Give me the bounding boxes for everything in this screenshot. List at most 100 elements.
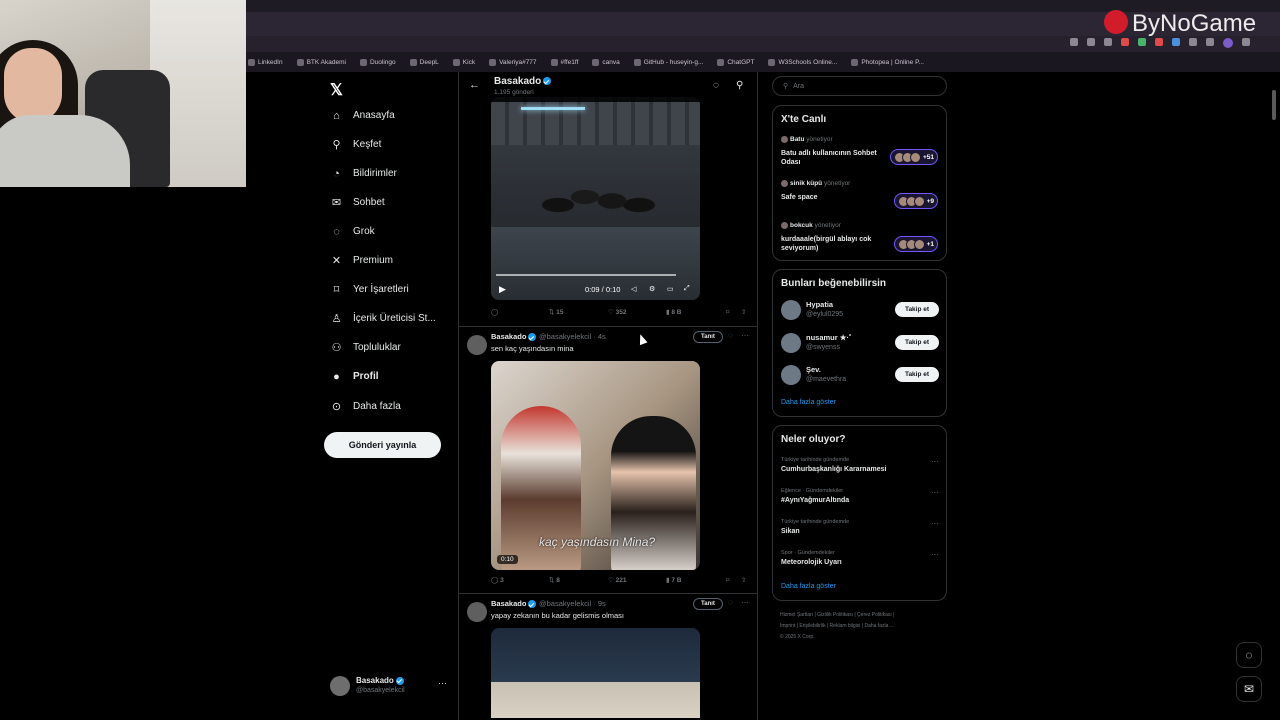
repost-icon[interactable]: ⇅ 15 xyxy=(549,308,564,316)
post-button[interactable]: Gönderi yayınla xyxy=(324,432,441,458)
pip-icon[interactable]: ▭ xyxy=(667,285,674,293)
extension-icon[interactable] xyxy=(1155,38,1163,46)
extension-icon[interactable] xyxy=(1121,38,1129,46)
footer-line[interactable]: Hizmet Şartları | Gizlilik Politikası | … xyxy=(780,610,950,621)
bookmark-item[interactable]: LinkedIn xyxy=(248,58,283,66)
sidebar-item-chat[interactable]: ✉ Sohbet xyxy=(330,196,385,209)
sidebar-item-profile[interactable]: ● Profil xyxy=(330,370,378,383)
search-input[interactable]: ⚲ Ara xyxy=(772,76,947,96)
more-dots-icon[interactable]: ··· xyxy=(741,331,749,340)
menu-icon[interactable] xyxy=(1242,38,1250,46)
sidebar-item-bookmarks[interactable]: ⌑ Yer İşaretleri xyxy=(330,283,409,296)
sidebar-item-notifications[interactable]: ◔ Bildirimler xyxy=(330,167,397,180)
video-progress-bar[interactable] xyxy=(496,274,676,276)
sidebar-item-premium[interactable]: ✕ Premium xyxy=(330,254,393,267)
volume-icon[interactable]: ◁ xyxy=(631,285,636,293)
more-dots-icon[interactable]: ··· xyxy=(931,457,939,466)
space-listeners[interactable]: +1 xyxy=(893,236,938,252)
show-more-link[interactable]: Daha fazla göster xyxy=(781,583,836,590)
bookmark-item[interactable]: W3Schools Online... xyxy=(768,58,837,66)
play-icon[interactable]: ▶ xyxy=(499,284,506,295)
bookmark-icon[interactable]: ⌑ xyxy=(726,576,729,584)
suggested-account[interactable]: Hypatia @eylul0295 Takip et xyxy=(781,298,939,324)
more-dots-icon[interactable]: ··· xyxy=(741,598,749,607)
avatar xyxy=(330,676,350,696)
bell-icon: ◔ xyxy=(333,167,340,180)
space-listeners[interactable]: +51 xyxy=(889,149,938,165)
more-dots-icon[interactable]: ··· xyxy=(931,519,939,528)
bookmark-item[interactable]: GitHub - huseyin-g... xyxy=(633,58,703,66)
sidebar-item-communities[interactable]: ⚇ Topluluklar xyxy=(330,341,401,354)
puzzle-icon[interactable] xyxy=(1206,38,1214,46)
grok-fab-icon[interactable]: ◌ xyxy=(1236,642,1262,668)
tweet-video[interactable] xyxy=(491,628,700,718)
bookmark-item[interactable]: Photopea | Online P... xyxy=(851,58,924,66)
extension-icon[interactable] xyxy=(1138,38,1146,46)
views-icon[interactable]: ▮ 8 B xyxy=(666,308,682,316)
tweet[interactable]: Basakado @basakyelekcil · 9s yapay zekan… xyxy=(459,593,757,720)
sidebar-item-home[interactable]: ⌂ Anasayfa xyxy=(330,109,395,122)
video-player[interactable]: ▶ 0:09 / 0:10 ◁ ⚙ ▭ ⤢ xyxy=(491,97,700,300)
follow-button[interactable]: Takip et xyxy=(895,367,939,382)
settings-icon[interactable]: ⚙ xyxy=(649,285,655,293)
extension-icon[interactable] xyxy=(1087,38,1095,46)
account-switcher[interactable]: Basakado @basakyelekcil ··· xyxy=(330,676,452,700)
sidebar-item-explore[interactable]: ⚲ Keşfet xyxy=(330,138,381,151)
sidebar-item-more[interactable]: ⊙ Daha fazla xyxy=(330,400,401,413)
bookmark-item[interactable]: Kick xyxy=(452,58,475,66)
bookmark-item[interactable]: Valeriya#777 xyxy=(489,58,537,66)
reply-icon[interactable]: ◯ xyxy=(491,308,498,316)
space-listeners[interactable]: +9 xyxy=(893,193,938,209)
tweet[interactable]: Basakado @basakyelekcil · 4s sen kaç yaş… xyxy=(459,326,757,594)
space-title[interactable]: Safe space xyxy=(781,193,881,202)
bookmark-icon[interactable]: ⌑ xyxy=(726,308,729,316)
grok-icon[interactable]: ◌ xyxy=(713,80,719,91)
promote-button[interactable]: Tanıt xyxy=(693,598,723,610)
reply-icon[interactable]: ◯ 3 xyxy=(491,576,504,584)
sidebar-item-grok[interactable]: ◌ Grok xyxy=(330,225,374,238)
space-title[interactable]: Batu adlı kullanıcının Sohbet Odası xyxy=(781,149,881,167)
bookmark-item[interactable]: DeepL xyxy=(409,58,439,66)
extension-icon[interactable] xyxy=(1070,38,1078,46)
x-logo-icon[interactable]: 𝕏 xyxy=(330,80,343,100)
trend-item[interactable]: Türkiye tarihinde gündemde Sikan ··· xyxy=(781,519,939,535)
bookmark-item[interactable]: canva xyxy=(592,58,620,66)
bookmark-item[interactable]: BTK Akademi xyxy=(296,58,346,66)
bookmark-item[interactable]: Duolingo xyxy=(359,58,396,66)
bookmark-item[interactable]: #ffe1ff xyxy=(550,58,578,66)
more-dots-icon[interactable]: ··· xyxy=(931,488,939,497)
share-icon[interactable]: ⇧ xyxy=(741,308,746,316)
like-icon[interactable]: ♡ 352 xyxy=(608,308,627,316)
more-dots-icon[interactable]: ··· xyxy=(438,678,447,688)
repost-icon[interactable]: ⇅ 8 xyxy=(549,576,560,584)
more-dots-icon[interactable]: ··· xyxy=(931,550,939,559)
views-icon[interactable]: ▮ 7 B xyxy=(666,576,682,584)
footer-line[interactable]: Imprint | Erişilebilirlik | Reklam bilgi… xyxy=(780,621,950,632)
trend-item[interactable]: Eğlence · Gündemdekiler #AynıYağmurAltın… xyxy=(781,488,939,504)
suggested-account[interactable]: Şev. @maevethra Takip et xyxy=(781,363,939,389)
space-title[interactable]: kurdaaale(birgül ablayı cok seviyorum) xyxy=(781,235,881,253)
follow-button[interactable]: Takip et xyxy=(895,335,939,350)
grok-icon[interactable]: ◌ xyxy=(728,331,733,340)
scrollbar[interactable] xyxy=(1272,90,1276,120)
trend-item[interactable]: Türkiye tarihinde gündemde Cumhurbaşkanl… xyxy=(781,457,939,473)
messages-fab-icon[interactable]: ✉ xyxy=(1236,676,1262,702)
back-arrow-icon[interactable]: ← xyxy=(469,79,480,91)
like-icon[interactable]: ♡ 221 xyxy=(608,576,627,584)
bookmark-item[interactable]: ChatGPT xyxy=(717,58,754,66)
tweet-video[interactable]: kaç yaşındasın Mina? 0:10 xyxy=(491,361,700,570)
suggested-account[interactable]: nusamur ★·˚ @swyenss Takip et xyxy=(781,331,939,357)
promote-button[interactable]: Tanıt xyxy=(693,331,723,343)
star-icon[interactable] xyxy=(1104,38,1112,46)
profile-avatar-icon[interactable] xyxy=(1223,38,1233,48)
trend-item[interactable]: Spor · Gündemdekiler Meteorolojik Uyarı … xyxy=(781,550,939,566)
fullscreen-icon[interactable]: ⤢ xyxy=(684,285,690,293)
sidebar-item-creator-studio[interactable]: ♙ İçerik Üreticisi St... xyxy=(330,312,436,325)
show-more-link[interactable]: Daha fazla göster xyxy=(781,399,836,406)
extension-icon[interactable] xyxy=(1172,38,1180,46)
share-icon[interactable]: ⇧ xyxy=(741,576,746,584)
extension-icon[interactable] xyxy=(1189,38,1197,46)
follow-button[interactable]: Takip et xyxy=(895,302,939,317)
search-icon[interactable]: ⚲ xyxy=(736,80,743,91)
grok-icon[interactable]: ◌ xyxy=(728,598,733,607)
